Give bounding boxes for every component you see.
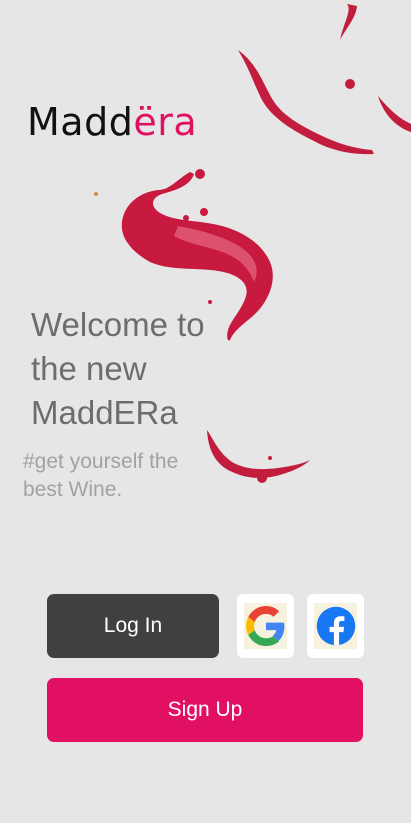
google-icon: [245, 606, 284, 646]
welcome-line: MaddERa: [31, 394, 178, 431]
tagline: #get yourself the best Wine.: [23, 448, 233, 504]
wine-splash-illustration: [94, 4, 411, 483]
google-icon-frame: [244, 603, 287, 649]
app-logo: Maddëra: [27, 100, 197, 144]
logo-text-accent: ëra: [133, 100, 198, 144]
tagline-line: #get yourself the: [23, 450, 179, 473]
facebook-icon: [316, 606, 355, 646]
google-signin-button[interactable]: [237, 594, 294, 658]
facebook-icon-frame: [314, 603, 357, 649]
facebook-signin-button[interactable]: [307, 594, 364, 658]
welcome-line: Welcome to: [31, 306, 205, 343]
tagline-line: best Wine.: [23, 478, 123, 501]
login-button[interactable]: Log In: [47, 594, 219, 658]
welcome-line: the new: [31, 350, 147, 387]
welcome-heading: Welcome to the new MaddERa: [31, 303, 251, 435]
logo-text-dark: Madd: [27, 100, 134, 144]
welcome-screen: Maddëra Welcome to the new MaddERa #get …: [0, 0, 411, 823]
signup-button[interactable]: Sign Up: [47, 678, 363, 742]
